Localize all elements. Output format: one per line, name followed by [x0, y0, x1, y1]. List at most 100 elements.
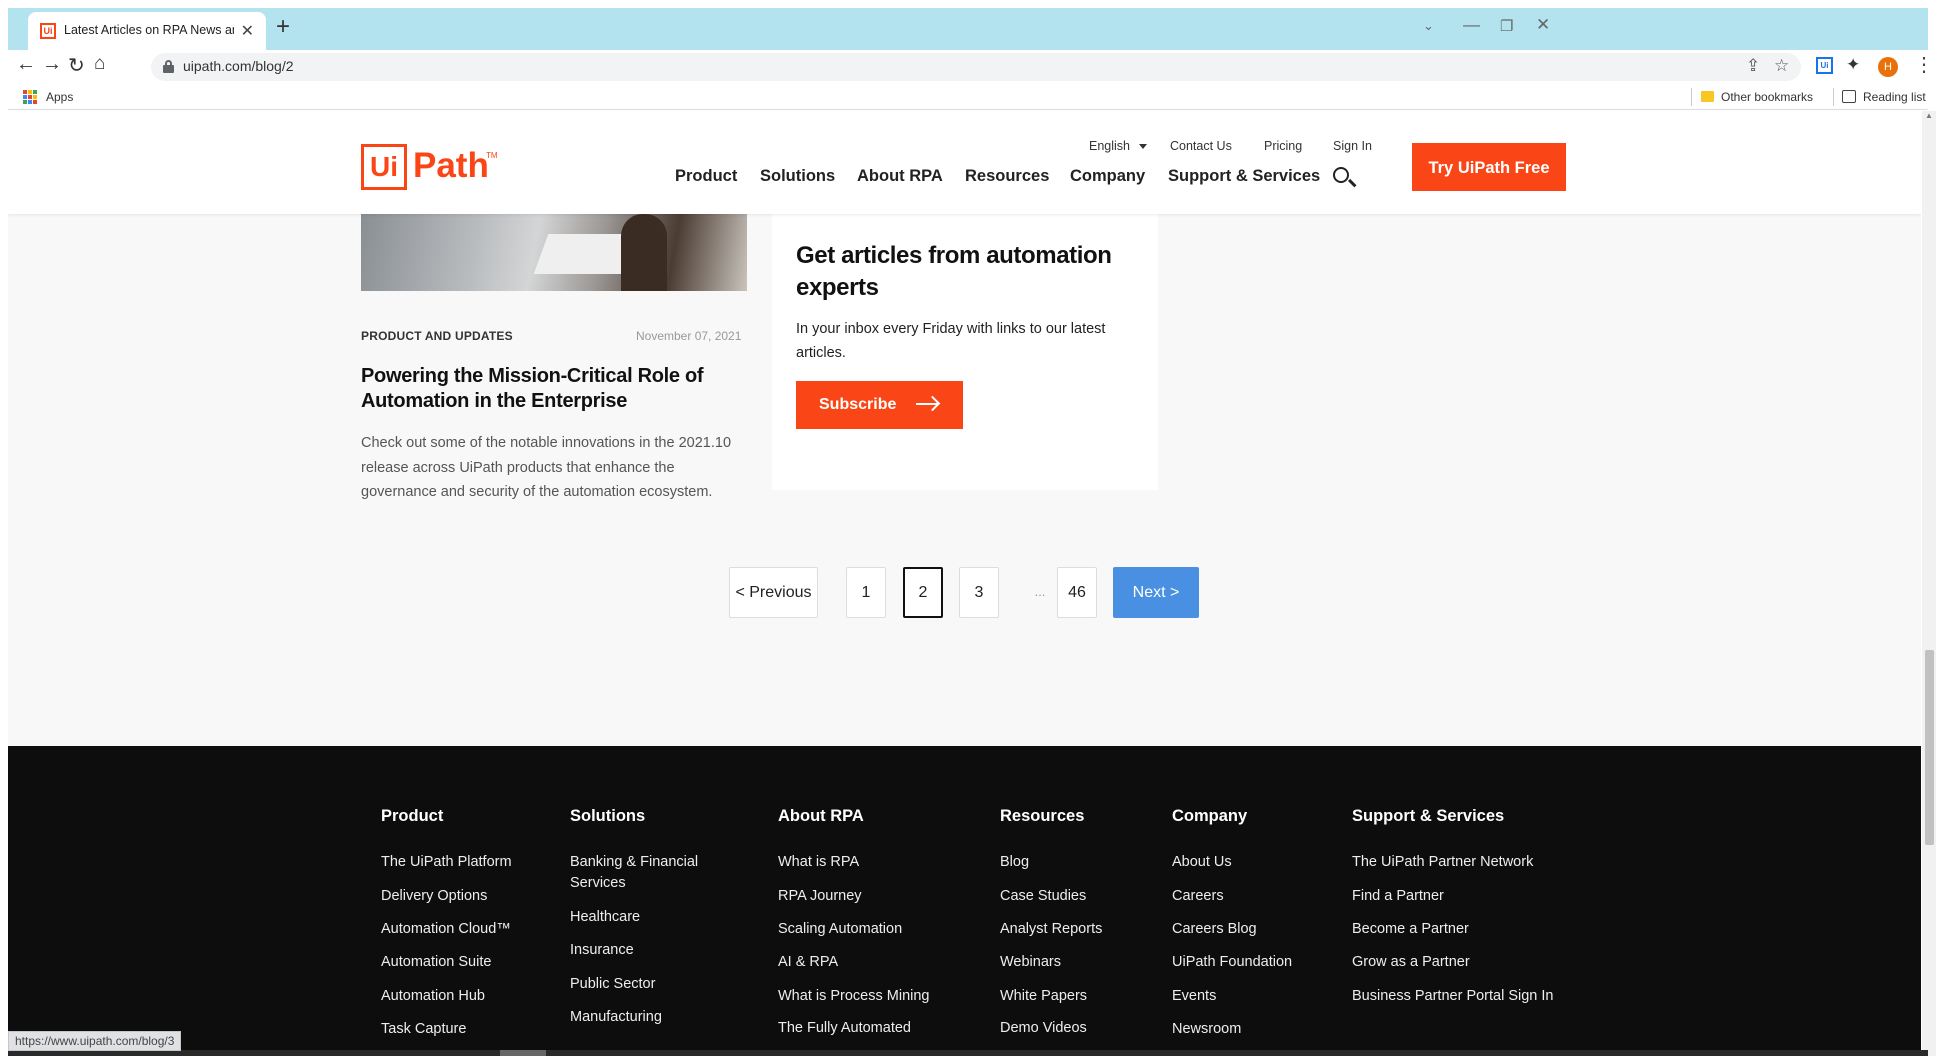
nav-support-services[interactable]: Support & Services	[1168, 167, 1320, 186]
footer-link[interactable]: Find a Partner	[1352, 886, 1444, 907]
language-selector[interactable]: English	[1089, 139, 1147, 153]
vertical-scrollbar-thumb[interactable]	[1925, 650, 1934, 845]
uipath-logo[interactable]: Ui	[361, 144, 407, 190]
footer-link[interactable]: Careers	[1172, 886, 1224, 907]
article-image[interactable]	[361, 214, 747, 291]
profile-avatar[interactable]: H	[1878, 57, 1898, 77]
forward-icon[interactable]: →	[42, 53, 62, 76]
footer-link[interactable]: AI & RPA	[778, 952, 838, 973]
tab-search-icon[interactable]: ⌄	[1423, 18, 1434, 34]
footer-heading-solutions[interactable]: Solutions	[570, 807, 645, 826]
pagination-page[interactable]: 3	[959, 567, 999, 618]
nav-resources[interactable]: Resources	[965, 167, 1049, 186]
scroll-up-arrow-icon[interactable]: ▲	[1923, 111, 1935, 123]
arrow-right-icon	[916, 403, 938, 405]
back-icon[interactable]: ←	[16, 53, 36, 76]
pagination-next[interactable]: Next >	[1113, 567, 1199, 618]
footer-heading-support-services[interactable]: Support & Services	[1352, 807, 1504, 826]
other-bookmarks-link[interactable]: Other bookmarks	[1721, 90, 1813, 104]
nav-about-rpa[interactable]: About RPA	[857, 167, 943, 186]
uipath-logo-text[interactable]: Path	[413, 145, 489, 187]
footer-link[interactable]: Grow as a Partner	[1352, 952, 1470, 973]
footer-link[interactable]: White Papers	[1000, 986, 1087, 1007]
window-close-icon[interactable]: ✕	[1536, 15, 1550, 35]
browser-tabstrip: Ui Latest Articles on RPA News and ✕ + ⌄…	[8, 8, 1928, 50]
footer-link[interactable]: Become a Partner	[1352, 919, 1469, 940]
extensions-puzzle-icon[interactable]: ✦	[1846, 55, 1863, 74]
reload-icon[interactable]: ↻	[68, 53, 85, 78]
horizontal-scrollbar-thumb[interactable]	[500, 1050, 546, 1056]
article-excerpt: Check out some of the notable innovation…	[361, 435, 732, 500]
subscribe-description: In your inbox every Friday with links to…	[796, 321, 1106, 361]
footer-link[interactable]: What is Process Mining	[778, 986, 930, 1007]
footer-link[interactable]: Events	[1172, 986, 1216, 1007]
footer-link[interactable]: RPA Journey	[778, 886, 862, 907]
address-bar[interactable]: uipath.com/blog/2 ⇪ ☆	[151, 53, 1801, 81]
footer-link[interactable]: About Us	[1172, 852, 1232, 873]
search-icon[interactable]	[1333, 167, 1357, 191]
article-category[interactable]: PRODUCT AND UPDATES	[361, 329, 513, 343]
footer-link[interactable]: Delivery Options	[381, 886, 487, 907]
nav-company[interactable]: Company	[1070, 167, 1145, 186]
apps-grid-icon[interactable]	[23, 90, 37, 104]
footer-link[interactable]: The Fully Automated	[778, 1018, 911, 1039]
pagination-last-page[interactable]: 46	[1057, 567, 1097, 618]
sign-in-link[interactable]: Sign In	[1333, 139, 1372, 153]
footer-link[interactable]: Blog	[1000, 852, 1029, 873]
footer-heading-product[interactable]: Product	[381, 807, 443, 826]
footer-link[interactable]: Insurance	[570, 940, 634, 961]
pagination-page-current[interactable]: 2	[903, 567, 943, 618]
article-title[interactable]: Powering the Mission-Critical Role of Au…	[361, 364, 731, 414]
subscribe-title: Get articles from automation experts	[796, 242, 1112, 301]
footer-link[interactable]: The UiPath Partner Network	[1352, 852, 1533, 873]
minimize-icon[interactable]: —	[1463, 15, 1480, 35]
subscribe-button[interactable]: Subscribe	[796, 381, 963, 429]
footer-heading-company[interactable]: Company	[1172, 807, 1247, 826]
browser-menu-icon[interactable]: ⋮	[1914, 52, 1934, 77]
footer-link[interactable]: Automation Hub	[381, 986, 485, 1007]
pricing-link[interactable]: Pricing	[1264, 139, 1302, 153]
nav-solutions[interactable]: Solutions	[760, 167, 835, 186]
site-footer: Product The UiPath Platform Delivery Opt…	[8, 746, 1921, 1056]
footer-link[interactable]: Healthcare	[570, 907, 640, 928]
footer-link[interactable]: Demo Videos	[1000, 1018, 1087, 1039]
footer-link[interactable]: Business Partner Portal Sign In	[1352, 986, 1557, 1007]
uipath-extension-icon[interactable]: Ui	[1816, 57, 1833, 74]
logo-trademark: TM	[486, 151, 498, 160]
tab-close-icon[interactable]: ✕	[241, 21, 254, 41]
footer-link[interactable]: Analyst Reports	[1000, 919, 1102, 940]
footer-link[interactable]: Task Capture	[381, 1019, 466, 1040]
pagination-page[interactable]: 1	[846, 567, 886, 618]
footer-heading-resources[interactable]: Resources	[1000, 807, 1084, 826]
footer-link[interactable]: Banking & Financial Services	[570, 852, 720, 894]
bookmark-star-icon[interactable]: ☆	[1774, 56, 1789, 76]
footer-link[interactable]: Public Sector	[570, 974, 655, 995]
apps-link[interactable]: Apps	[46, 90, 73, 104]
contact-us-link[interactable]: Contact Us	[1170, 139, 1232, 153]
footer-link[interactable]: Newsroom	[1172, 1019, 1241, 1040]
new-tab-icon[interactable]: +	[276, 15, 290, 39]
footer-link[interactable]: Scaling Automation	[778, 919, 902, 940]
footer-heading-about-rpa[interactable]: About RPA	[778, 807, 864, 826]
horizontal-scrollbar[interactable]	[8, 1050, 1928, 1056]
browser-tab[interactable]: Ui Latest Articles on RPA News and ✕	[28, 12, 266, 50]
footer-link[interactable]: Automation Suite	[381, 952, 491, 973]
try-uipath-free-button[interactable]: Try UiPath Free	[1412, 143, 1566, 191]
footer-link[interactable]: Case Studies	[1000, 886, 1086, 907]
pagination-previous[interactable]: < Previous	[729, 567, 818, 618]
footer-link[interactable]: Automation Cloud™	[381, 919, 511, 940]
footer-link[interactable]: Careers Blog	[1172, 919, 1257, 940]
footer-link[interactable]: UiPath Foundation	[1172, 952, 1292, 973]
url-text: uipath.com/blog/2	[183, 58, 294, 74]
restore-icon[interactable]: ❐	[1500, 17, 1513, 35]
nav-product[interactable]: Product	[675, 167, 737, 186]
reading-list-link[interactable]: Reading list	[1863, 90, 1926, 104]
vertical-scrollbar[interactable]	[1922, 111, 1936, 1056]
language-label: English	[1089, 139, 1130, 153]
footer-link[interactable]: Webinars	[1000, 952, 1061, 973]
footer-link[interactable]: The UiPath Platform	[381, 852, 512, 873]
share-icon[interactable]: ⇪	[1746, 56, 1760, 76]
home-icon[interactable]: ⌂	[94, 53, 105, 75]
footer-link[interactable]: What is RPA	[778, 852, 859, 873]
footer-link[interactable]: Manufacturing	[570, 1007, 662, 1028]
